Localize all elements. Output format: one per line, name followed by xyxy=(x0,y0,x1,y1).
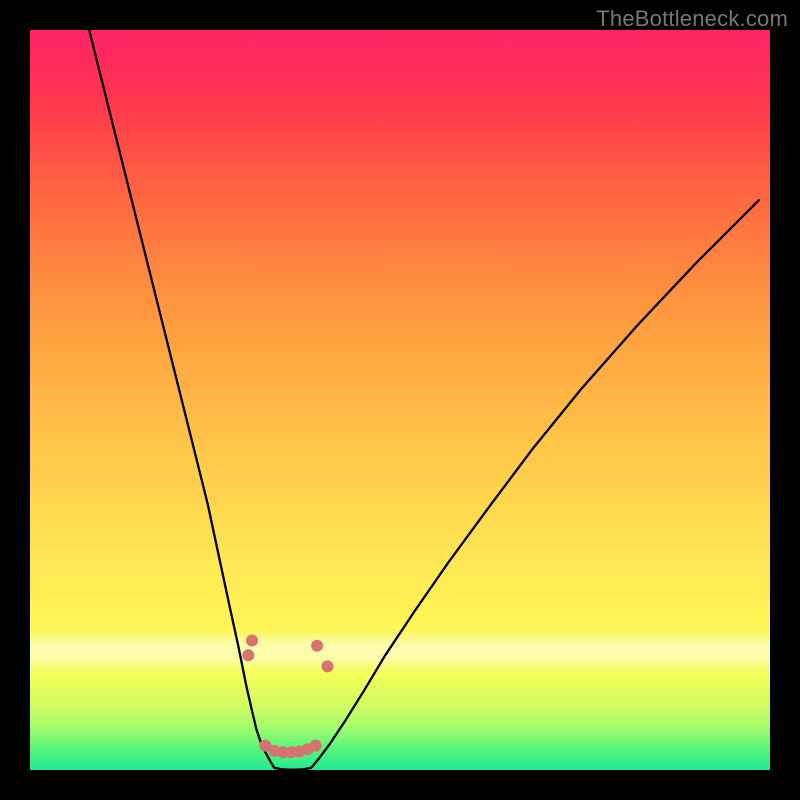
marker-dot xyxy=(322,660,334,672)
marker-dot xyxy=(246,635,258,647)
curves-svg xyxy=(30,30,770,770)
marker-dot xyxy=(310,740,322,752)
bottleneck-curve xyxy=(89,30,759,770)
marker-dot xyxy=(242,649,254,661)
marker-dot xyxy=(311,640,323,652)
marker-dots xyxy=(242,635,333,759)
watermark-text: TheBottleneck.com xyxy=(596,6,788,32)
bottleneck-path xyxy=(89,30,759,770)
chart-frame: TheBottleneck.com xyxy=(0,0,800,800)
plot-area xyxy=(30,30,770,770)
